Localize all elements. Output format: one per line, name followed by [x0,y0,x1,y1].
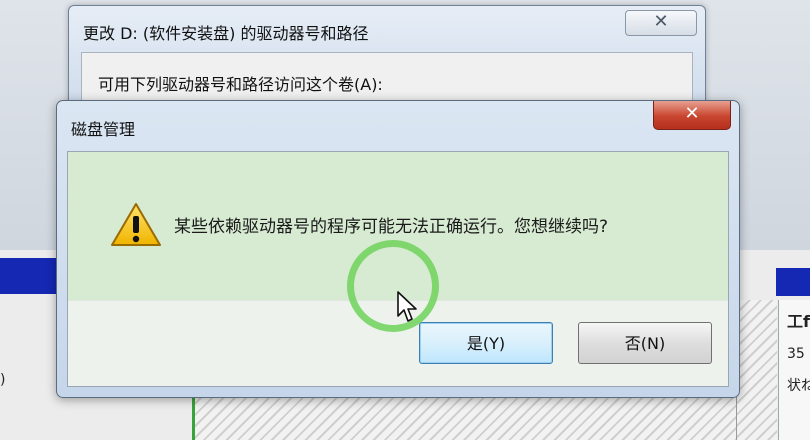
partition-hatch-right [736,300,777,440]
dialog-message: 某些依赖驱动器号的程序可能无法正确运行。您想继续吗? [174,217,609,237]
disk-bar-right [776,268,810,296]
back-window-close-button[interactable]: ✕ [625,10,697,36]
background-left-label: ) [0,372,6,388]
drive-path-label: 可用下列驱动器号和路径访问这个卷(A): [98,75,383,94]
dialog-close-button[interactable]: ✕ [653,101,731,130]
no-button[interactable]: 否(N) [578,322,712,364]
partition-info-line1: 工f [787,312,810,331]
partition-info-line2: 35 [787,346,805,362]
click-highlight-ring [347,240,439,332]
disk-bar-left [0,258,60,294]
yes-button[interactable]: 是(Y) [419,322,553,364]
partition-info-panel[interactable]: 工f 35 状ね [778,300,810,440]
mouse-cursor-icon [397,291,417,322]
dialog-title: 磁盘管理 [71,120,136,139]
warning-icon [111,203,161,246]
partition-info-line3: 状ね [787,378,810,394]
back-window-title: 更改 D: (软件安装盘) 的驱动器号和路径 [83,24,369,43]
